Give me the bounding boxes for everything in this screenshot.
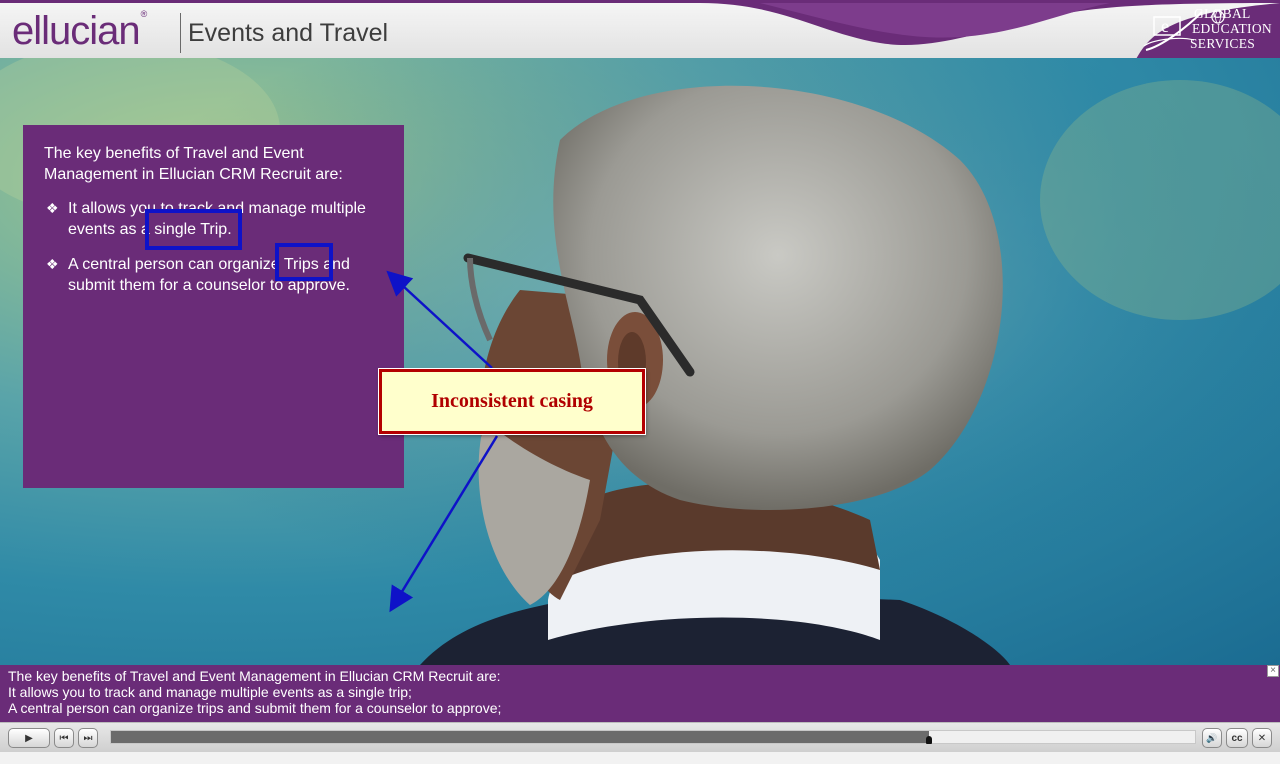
- header-divider: [180, 13, 181, 53]
- cc-label: cc: [1231, 732, 1243, 744]
- seek-bar[interactable]: [110, 730, 1196, 744]
- caption-close-button[interactable]: ×: [1267, 665, 1279, 677]
- seek-thumb[interactable]: [926, 736, 932, 744]
- close-player-button[interactable]: ✕: [1252, 728, 1272, 748]
- header: ellucian® Events and Travel e GLOBAL EDU…: [0, 0, 1280, 58]
- callout-text: Inconsistent casing: [431, 390, 593, 412]
- ges-logo-text: GLOBAL EDUCATION SERVICES: [1190, 6, 1272, 51]
- next-icon: ⏭: [83, 732, 93, 744]
- play-button[interactable]: ▶: [8, 728, 50, 748]
- caption-line: A central person can organize trips and …: [8, 700, 502, 716]
- highlight-box-single-trip: [145, 209, 242, 250]
- seek-progress: [111, 731, 929, 743]
- close-icon: ✕: [1257, 732, 1267, 744]
- previous-button[interactable]: ⏮: [54, 728, 74, 748]
- diamond-bullet-icon: ❖: [46, 200, 59, 216]
- annotation-callout: Inconsistent casing: [379, 369, 645, 434]
- module-title: Events and Travel: [188, 19, 389, 47]
- volume-button[interactable]: 🔊: [1202, 728, 1222, 748]
- cc-button[interactable]: cc: [1226, 728, 1248, 748]
- footer-strip: [0, 752, 1280, 764]
- caption-line: It allows you to track and manage multip…: [8, 684, 412, 700]
- volume-icon: 🔊: [1206, 732, 1218, 743]
- diamond-bullet-icon: ❖: [46, 256, 59, 272]
- ellucian-logo: ellucian®: [12, 9, 148, 53]
- play-icon: ▶: [25, 732, 33, 744]
- highlight-box-trips: [275, 243, 333, 281]
- svg-text:e: e: [1161, 16, 1169, 36]
- previous-icon: ⏮: [59, 732, 69, 744]
- list-item: ❖ A central person can organize Trips an…: [44, 254, 384, 296]
- closed-caption-bar: The key benefits of Travel and Event Man…: [0, 665, 1280, 722]
- panel-intro: The key benefits of Travel and Event Man…: [44, 145, 343, 183]
- caption-line: The key benefits of Travel and Event Man…: [8, 668, 501, 684]
- content-panel: The key benefits of Travel and Event Man…: [23, 125, 404, 488]
- next-button[interactable]: ⏭: [78, 728, 98, 748]
